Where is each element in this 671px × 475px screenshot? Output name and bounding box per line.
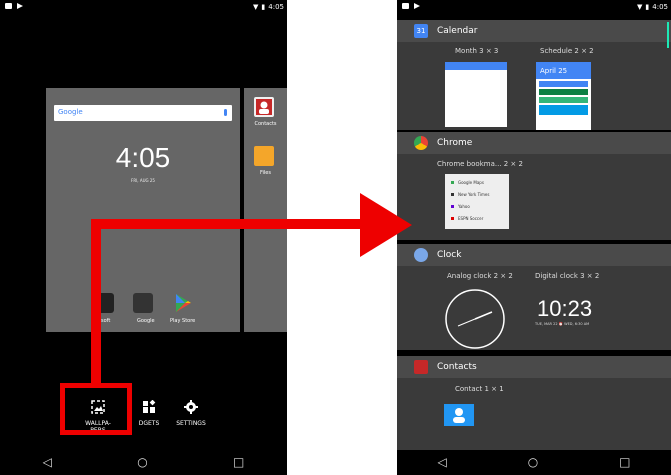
month-header bbox=[445, 62, 507, 70]
right-phone-screen: ▼ ▮ 4:05 31 Calendar Month 3 × 3 Schedule … bbox=[397, 0, 671, 475]
calendar-widgets-panel: Month 3 × 3 Schedule 2 × 2 April 25 bbox=[397, 42, 671, 130]
status-time: 4:05 bbox=[652, 3, 668, 11]
widget-label: Month 3 × 3 bbox=[455, 47, 499, 55]
bookmark-item: Google Maps bbox=[451, 180, 484, 185]
mic-icon[interactable] bbox=[224, 109, 227, 116]
bookmark-item: New York Times bbox=[451, 192, 489, 197]
wifi-icon: ▼ bbox=[637, 3, 643, 11]
bookmarks-widget-preview[interactable]: Google Maps New York Times Yahoo ESPN So… bbox=[445, 174, 509, 229]
recents-button[interactable]: □ bbox=[233, 455, 244, 469]
play-icon bbox=[414, 3, 420, 9]
widgets-option[interactable]: DGETS bbox=[134, 399, 164, 427]
clock-time: 4:05 bbox=[115, 142, 171, 173]
digital-clock-date: TUE, MAR 22 ⏰ WED, 6:30 AM bbox=[535, 322, 590, 326]
chrome-widgets-panel: Chrome bookma... 2 × 2 Google Maps New Y… bbox=[397, 154, 671, 240]
battery-icon: ▮ bbox=[645, 3, 650, 11]
section-contacts: Contacts bbox=[397, 356, 671, 378]
highlight-arrow-horizontal bbox=[91, 219, 371, 229]
analog-clock-preview[interactable] bbox=[444, 288, 506, 350]
clock-widgets-panel: Analog clock 2 × 2 Digital clock 3 × 2 1… bbox=[397, 266, 671, 350]
calendar-icon: 31 bbox=[414, 24, 428, 38]
highlight-arrowhead bbox=[360, 193, 412, 257]
wifi-icon: ▼ bbox=[253, 3, 259, 11]
recents-button[interactable]: □ bbox=[619, 455, 630, 469]
section-chrome: Chrome bbox=[397, 132, 671, 154]
schedule-date: April 25 bbox=[536, 62, 591, 79]
play-store-icon[interactable] bbox=[173, 293, 193, 313]
digital-clock-time[interactable]: 10:23 bbox=[537, 296, 592, 322]
section-title: Contacts bbox=[437, 362, 477, 372]
clock-date: FRI, AUG 25 bbox=[131, 178, 155, 183]
bookmark-item: ESPN Soccer bbox=[451, 216, 483, 221]
side-screen-preview[interactable]: Contacts Files bbox=[244, 88, 287, 332]
google-logo: Google bbox=[58, 108, 83, 116]
navigation-bar: ◁ ○ □ bbox=[0, 449, 287, 475]
widgets-label: DGETS bbox=[138, 420, 160, 427]
contacts-icon bbox=[414, 360, 428, 374]
battery-icon: ▮ bbox=[261, 3, 266, 11]
scrollbar[interactable] bbox=[667, 22, 669, 48]
play-icon bbox=[17, 3, 23, 9]
section-clock: Clock bbox=[397, 244, 671, 266]
status-bar: ▼ ▮ 4:05 bbox=[397, 0, 671, 14]
widgets-icon bbox=[142, 399, 156, 414]
highlight-arrow-vertical bbox=[91, 223, 101, 385]
chrome-icon bbox=[414, 136, 428, 150]
back-button[interactable]: ◁ bbox=[437, 455, 446, 469]
contact-widget-preview[interactable] bbox=[444, 404, 474, 426]
contacts-label: Contacts bbox=[254, 121, 277, 127]
home-button[interactable]: ○ bbox=[137, 455, 147, 469]
section-title: Calendar bbox=[437, 26, 478, 36]
home-button[interactable]: ○ bbox=[528, 455, 538, 469]
highlight-box bbox=[60, 383, 132, 435]
navigation-bar: ◁ ○ □ bbox=[397, 449, 671, 475]
widget-label: Schedule 2 × 2 bbox=[540, 47, 594, 55]
status-time: 4:05 bbox=[268, 3, 284, 11]
left-phone-screen: ▼ ▮ 4:05 Google 4:05 FRI, AUG 25 rosoft Go… bbox=[0, 0, 287, 475]
clock-icon bbox=[414, 248, 428, 262]
google-search-bar[interactable]: Google bbox=[54, 105, 232, 121]
bookmark-item: Yahoo bbox=[451, 204, 470, 209]
dock-label-playstore: Play Store bbox=[170, 318, 196, 324]
contacts-widgets-panel: Contact 1 × 1 bbox=[397, 378, 671, 450]
back-button[interactable]: ◁ bbox=[43, 455, 52, 469]
status-bar: ▼ ▮ 4:05 bbox=[0, 0, 287, 14]
widget-label: Analog clock 2 × 2 bbox=[447, 272, 513, 280]
dock-label-google: Google bbox=[137, 318, 155, 324]
settings-option[interactable]: SETTINGS bbox=[175, 400, 207, 427]
files-label: Files bbox=[260, 170, 271, 176]
notification-icon bbox=[5, 3, 12, 9]
section-title: Chrome bbox=[437, 138, 473, 148]
schedule-widget-preview[interactable]: April 25 bbox=[536, 62, 591, 130]
google-folder-icon[interactable] bbox=[133, 293, 153, 313]
month-widget-preview[interactable] bbox=[445, 62, 507, 127]
notification-icon bbox=[402, 3, 409, 9]
section-title: Clock bbox=[437, 250, 462, 260]
files-icon[interactable] bbox=[254, 146, 274, 166]
section-calendar: 31 Calendar bbox=[397, 20, 671, 42]
contacts-icon[interactable] bbox=[254, 97, 274, 117]
widget-label: Digital clock 3 × 2 bbox=[535, 272, 600, 280]
home-screen-preview[interactable]: Google 4:05 FRI, AUG 25 rosoft Google Pl… bbox=[46, 88, 240, 332]
gear-icon bbox=[184, 400, 198, 414]
widget-label: Chrome bookma... 2 × 2 bbox=[437, 160, 523, 168]
widget-label: Contact 1 × 1 bbox=[455, 385, 504, 393]
settings-label: SETTINGS bbox=[176, 420, 206, 427]
